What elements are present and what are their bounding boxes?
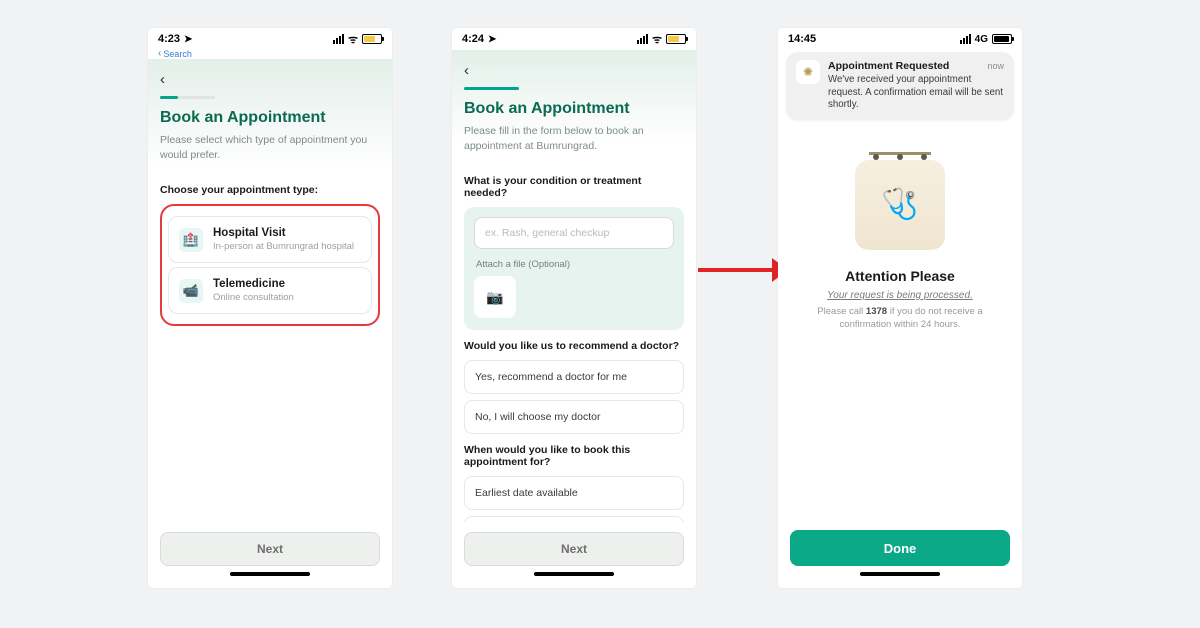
option-telemedicine[interactable]: 📹 Telemedicine Online consultation (168, 267, 372, 314)
signal-icon (960, 34, 971, 44)
done-button[interactable]: Done (790, 530, 1010, 566)
location-icon: ➤ (488, 34, 496, 45)
status-bar: 4:24 ➤ ᯤ (452, 28, 696, 50)
notification-body: We've received your appointment request.… (828, 74, 1004, 112)
progress-bar (160, 96, 215, 99)
attention-note: Please call 1378 if you do not receive a… (790, 305, 1010, 332)
question-condition: What is your condition or treatment need… (464, 175, 684, 199)
option-date-earliest[interactable]: Earliest date available (464, 476, 684, 510)
app-icon: ✺ (796, 60, 820, 84)
screen-form: 4:24 ➤ ᯤ ‹ Book an Appointment Please fi… (452, 28, 696, 588)
battery-icon (992, 34, 1012, 44)
back-search-label: Search (163, 49, 192, 59)
header: ‹ Book an Appointment Please fill in the… (452, 50, 696, 159)
footer: Done (778, 520, 1022, 588)
flow-arrow-icon (698, 258, 788, 282)
attach-file-button[interactable]: 📷 (474, 276, 516, 318)
notification-title: Appointment Requested (828, 60, 949, 72)
attention-phone-number: 1378 (866, 306, 887, 317)
page-subtitle: Please select which type of appointment … (160, 133, 380, 162)
footer: Next (148, 522, 392, 588)
option-title: Telemedicine (213, 278, 294, 290)
page-title: Book an Appointment (464, 100, 684, 118)
question-when: When would you like to book this appoint… (464, 444, 684, 468)
page-title: Book an Appointment (160, 109, 380, 127)
option-subtitle: In-person at Bumrungrad hospital (213, 241, 354, 252)
next-button[interactable]: Next (160, 532, 380, 566)
question-recommend: Would you like us to recommend a doctor? (464, 340, 684, 352)
push-notification[interactable]: ✺ Appointment Requested now We've receiv… (786, 52, 1014, 120)
home-indicator (534, 572, 614, 576)
network-label: 4G (975, 34, 988, 45)
attention-title: Attention Please (790, 268, 1010, 284)
back-button[interactable]: ‹ (160, 71, 165, 88)
screen-choose-type: 4:23 ➤ ᯤ ‹ Search ‹ Book an Appointment … (148, 28, 392, 588)
location-icon: ➤ (184, 34, 192, 45)
video-icon: 📹 (179, 279, 203, 303)
choose-type-label: Choose your appointment type: (160, 184, 380, 196)
body: What is your condition or treatment need… (452, 159, 696, 522)
back-button[interactable]: ‹ (464, 62, 469, 79)
body: Choose your appointment type: 🏥 Hospital… (148, 168, 392, 522)
page-subtitle: Please fill in the form below to book an… (464, 124, 684, 153)
option-recommend-yes[interactable]: Yes, recommend a doctor for me (464, 360, 684, 394)
appointment-type-group-highlight: 🏥 Hospital Visit In-person at Bumrungrad… (160, 204, 380, 326)
option-recommend-no[interactable]: No, I will choose my doctor (464, 400, 684, 434)
battery-icon (362, 34, 382, 44)
option-subtitle: Online consultation (213, 292, 294, 303)
condition-panel: Attach a file (Optional) 📷 (464, 207, 684, 330)
footer: Next (452, 522, 696, 588)
status-time: 4:23 (158, 33, 180, 45)
status-bar: 14:45 4G (778, 28, 1022, 50)
back-to-search[interactable]: ‹ Search (148, 48, 392, 59)
next-button[interactable]: Next (464, 532, 684, 566)
status-bar: 4:23 ➤ ᯤ (148, 28, 392, 50)
screen-confirmation: 14:45 4G ✺ Appointment Requested now We'… (778, 28, 1022, 588)
wifi-icon: ᯤ (652, 32, 662, 47)
condition-input[interactable] (474, 217, 674, 249)
hospital-icon: 🏥 (179, 228, 203, 252)
option-title: Hospital Visit (213, 227, 354, 239)
signal-icon (637, 34, 648, 44)
home-indicator (860, 572, 940, 576)
attention-subtitle: Your request is being processed. (790, 290, 1010, 301)
status-time: 14:45 (788, 33, 816, 45)
camera-icon: 📷 (486, 289, 503, 306)
attention-note-pre: Please call (817, 306, 866, 317)
attach-label: Attach a file (Optional) (476, 259, 674, 270)
battery-icon (666, 34, 686, 44)
progress-bar (464, 87, 519, 90)
header: ‹ Book an Appointment Please select whic… (148, 59, 392, 168)
chevron-left-icon: ‹ (158, 48, 161, 59)
status-time: 4:24 (462, 33, 484, 45)
wifi-icon: ᯤ (348, 32, 358, 47)
medical-cross-icon: 🩺 (881, 187, 918, 222)
option-hospital-visit[interactable]: 🏥 Hospital Visit In-person at Bumrungrad… (168, 216, 372, 263)
body: 🩺 Attention Please Your request is being… (778, 120, 1022, 520)
signal-icon (333, 34, 344, 44)
home-indicator (230, 572, 310, 576)
calendar-illustration: 🩺 (855, 160, 945, 250)
notification-time: now (987, 61, 1004, 71)
